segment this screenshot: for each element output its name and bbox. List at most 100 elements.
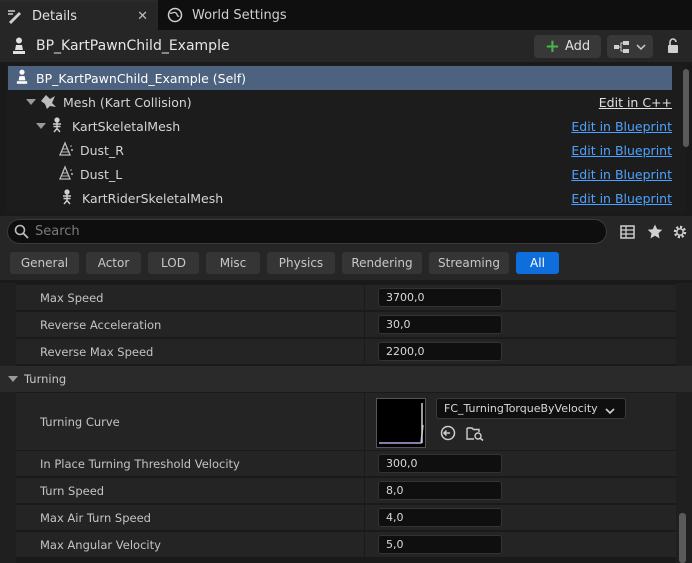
filter-rendering-button[interactable]: Rendering bbox=[342, 252, 422, 274]
search-placeholder: Search bbox=[35, 224, 80, 239]
filter-streaming-button[interactable]: Streaming bbox=[429, 252, 509, 274]
tab-bar: Details ✕ World Settings bbox=[0, 0, 692, 30]
expand-arrow-icon[interactable] bbox=[36, 123, 46, 129]
globe-icon bbox=[166, 6, 184, 24]
details-header: BP_KartPawnChild_Example + Add bbox=[0, 30, 692, 62]
tree-item-kart-rider-skeletal-mesh[interactable]: KartRiderSkeletalMesh Edit in Blueprint bbox=[8, 186, 672, 210]
property-name: Turning Curve bbox=[40, 415, 120, 429]
mesh-icon bbox=[39, 93, 57, 112]
filter-all-button[interactable]: All bbox=[516, 252, 559, 274]
skeleton-icon bbox=[50, 116, 64, 136]
search-input[interactable]: Search bbox=[7, 219, 607, 244]
property-row-turn-speed: Turn Speed 8,0 bbox=[16, 478, 676, 504]
add-button-label: Add bbox=[564, 39, 591, 54]
view-options-button[interactable] bbox=[607, 35, 653, 58]
plus-icon: + bbox=[544, 35, 560, 57]
category-turning-header[interactable]: Turning bbox=[0, 366, 692, 392]
tree-item-self[interactable]: BP_KartPawnChild_Example (Self) bbox=[8, 66, 672, 90]
tree-item-label: Dust_R bbox=[80, 142, 124, 158]
curve-asset-name: FC_TurningTorqueByVelocity bbox=[444, 402, 598, 415]
tab-details[interactable]: Details ✕ bbox=[0, 0, 158, 30]
tab-details-label: Details bbox=[32, 8, 78, 24]
tab-world-settings[interactable]: World Settings bbox=[160, 0, 310, 30]
property-row-max-speed: Max Speed 3700,0 bbox=[16, 285, 676, 311]
edit-in-blueprint-link[interactable]: Edit in Blueprint bbox=[571, 191, 672, 206]
add-component-button[interactable]: + Add bbox=[534, 35, 601, 58]
curve-asset-dropdown[interactable]: FC_TurningTorqueByVelocity bbox=[436, 398, 626, 419]
edit-in-cpp-link[interactable]: Edit in C++ bbox=[599, 95, 672, 110]
tree-item-kart-skeletal-mesh[interactable]: KartSkeletalMesh Edit in Blueprint bbox=[8, 114, 672, 138]
table-view-icon[interactable] bbox=[620, 225, 635, 242]
tree-item-dust-l[interactable]: Dust_L Edit in Blueprint bbox=[8, 162, 672, 186]
use-selected-asset-icon[interactable] bbox=[440, 425, 456, 444]
tab-world-settings-label: World Settings bbox=[192, 7, 287, 23]
edit-in-blueprint-link[interactable]: Edit in Blueprint bbox=[571, 167, 672, 182]
lock-icon[interactable] bbox=[666, 38, 680, 57]
column-divider[interactable] bbox=[364, 451, 365, 476]
column-divider[interactable] bbox=[364, 532, 365, 557]
category-label: Turning bbox=[24, 372, 67, 386]
close-icon[interactable]: ✕ bbox=[137, 9, 148, 24]
turn-speed-input[interactable]: 8,0 bbox=[378, 481, 502, 500]
filter-physics-button[interactable]: Physics bbox=[267, 252, 335, 274]
property-name: Reverse Max Speed bbox=[40, 345, 154, 359]
settings-gear-icon[interactable] bbox=[672, 224, 688, 243]
tree-scrollbar[interactable] bbox=[683, 69, 689, 147]
property-row-reverse-max-speed: Reverse Max Speed 2200,0 bbox=[16, 339, 676, 365]
in-place-turning-threshold-input[interactable]: 300,0 bbox=[378, 454, 502, 473]
collapse-arrow-icon[interactable] bbox=[8, 376, 18, 382]
column-divider[interactable] bbox=[364, 285, 365, 310]
grid-indent-gutter bbox=[0, 283, 16, 563]
tree-item-label: KartSkeletalMesh bbox=[72, 118, 181, 134]
column-divider[interactable] bbox=[364, 339, 365, 364]
filter-lod-button[interactable]: LOD bbox=[148, 252, 199, 274]
hierarchy-icon bbox=[614, 40, 646, 53]
property-name: Max Air Turn Speed bbox=[40, 511, 151, 525]
particle-icon bbox=[58, 141, 74, 159]
edit-in-blueprint-link[interactable]: Edit in Blueprint bbox=[571, 119, 672, 134]
details-icon bbox=[6, 7, 24, 25]
filter-general-button[interactable]: General bbox=[10, 252, 79, 274]
filter-misc-button[interactable]: Misc bbox=[206, 252, 260, 274]
filter-actor-button[interactable]: Actor bbox=[86, 252, 141, 274]
column-divider[interactable] bbox=[364, 393, 365, 450]
reverse-max-speed-input[interactable]: 2200,0 bbox=[378, 342, 502, 361]
browse-asset-icon[interactable] bbox=[466, 425, 484, 444]
reverse-acceleration-input[interactable]: 30,0 bbox=[378, 315, 502, 334]
max-air-turn-speed-input[interactable]: 4,0 bbox=[378, 508, 502, 527]
expand-arrow-icon[interactable] bbox=[26, 99, 36, 105]
curve-thumbnail[interactable] bbox=[376, 398, 426, 448]
skeleton-icon bbox=[60, 188, 74, 208]
max-speed-input[interactable]: 3700,0 bbox=[378, 288, 502, 307]
search-icon bbox=[14, 224, 29, 242]
column-divider[interactable] bbox=[364, 478, 365, 503]
max-angular-velocity-input[interactable]: 5,0 bbox=[378, 535, 502, 554]
tree-item-label: Dust_L bbox=[80, 166, 123, 182]
property-row-in-place-turning-threshold: In Place Turning Threshold Velocity 300,… bbox=[16, 451, 676, 477]
column-divider[interactable] bbox=[364, 312, 365, 337]
search-bar: Search bbox=[0, 216, 692, 248]
pawn-icon bbox=[16, 69, 28, 87]
property-name: Turn Speed bbox=[40, 484, 105, 498]
tree-item-label: KartRiderSkeletalMesh bbox=[82, 190, 224, 206]
property-row-max-angular-velocity: Max Angular Velocity 5,0 bbox=[16, 532, 676, 558]
chevron-down-icon bbox=[605, 405, 615, 418]
property-grid: Max Speed 3700,0 Reverse Acceleration 30… bbox=[0, 283, 692, 563]
property-name: Max Angular Velocity bbox=[40, 538, 161, 552]
pawn-icon bbox=[12, 37, 26, 57]
component-tree: BP_KartPawnChild_Example (Self) Mesh (Ka… bbox=[6, 65, 689, 213]
tree-item-dust-r[interactable]: Dust_R Edit in Blueprint bbox=[8, 138, 672, 162]
property-row-reverse-acceleration: Reverse Acceleration 30,0 bbox=[16, 312, 676, 338]
column-divider[interactable] bbox=[364, 505, 365, 530]
tree-item-mesh[interactable]: Mesh (Kart Collision) Edit in C++ bbox=[8, 90, 672, 114]
tree-item-label: BP_KartPawnChild_Example (Self) bbox=[36, 70, 247, 86]
property-name: Max Speed bbox=[40, 291, 104, 305]
tree-item-label: Mesh (Kart Collision) bbox=[63, 94, 192, 110]
particle-icon bbox=[58, 165, 74, 183]
star-icon[interactable] bbox=[647, 224, 663, 242]
category-filter-bar: General Actor LOD Misc Physics Rendering… bbox=[0, 248, 692, 280]
property-name: In Place Turning Threshold Velocity bbox=[40, 457, 240, 471]
edit-in-blueprint-link[interactable]: Edit in Blueprint bbox=[571, 143, 672, 158]
grid-scrollbar[interactable] bbox=[679, 513, 686, 563]
property-row-turning-curve: Turning Curve FC_TurningTorqueByVelocity bbox=[16, 393, 676, 451]
